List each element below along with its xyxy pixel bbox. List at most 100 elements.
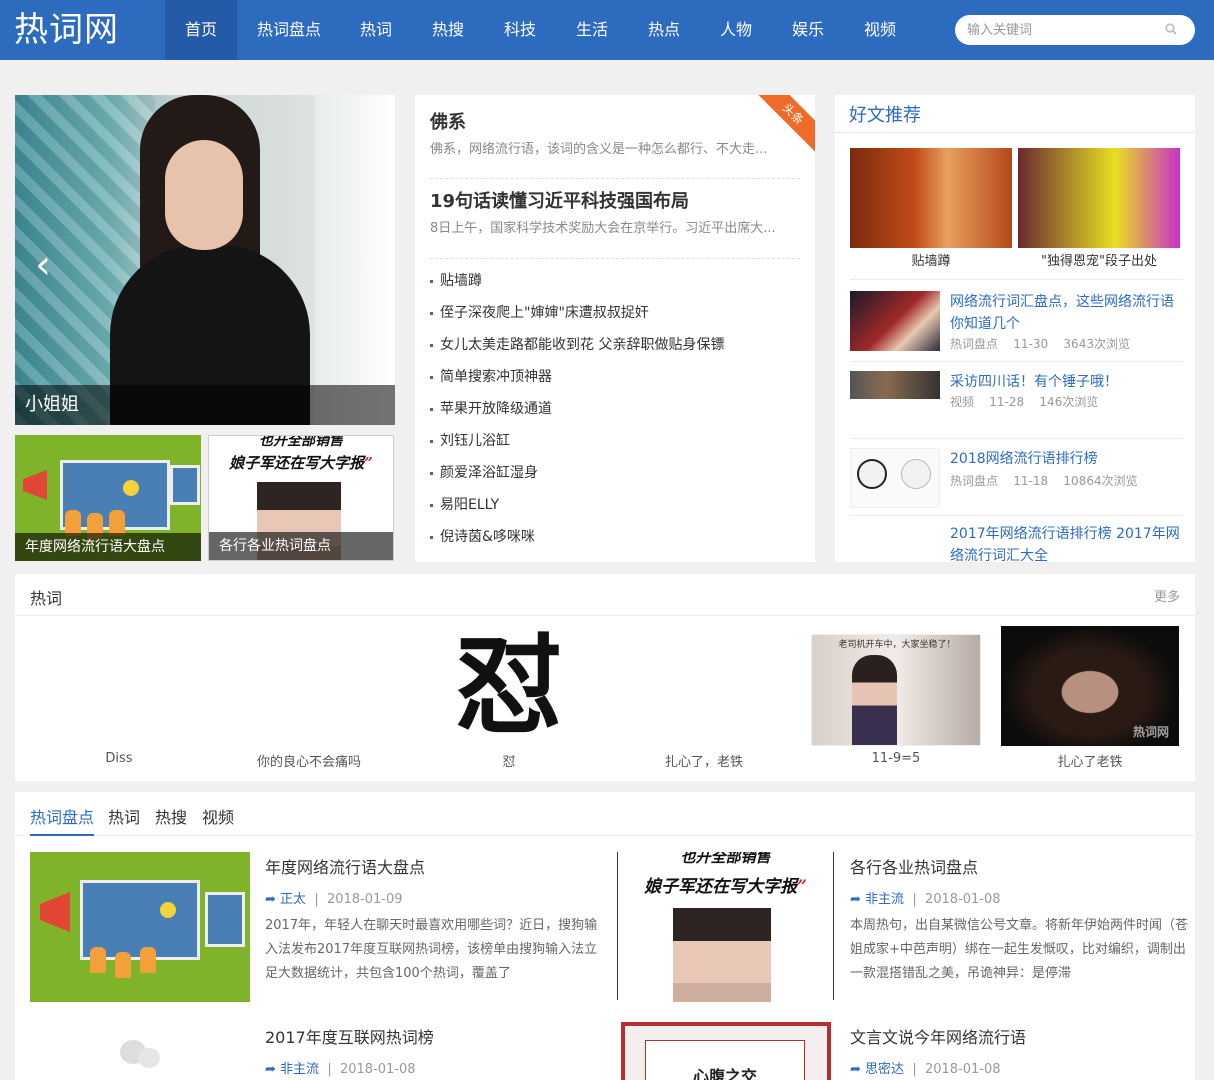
- tab-bar: 热词盘点 热词 热搜 视频: [15, 792, 1195, 836]
- hotword-caption[interactable]: 11-9=5: [807, 751, 985, 766]
- news-list-item[interactable]: 倪诗茵&哆咪咪: [430, 521, 800, 553]
- article-date: 2018-01-08: [339, 1062, 416, 1077]
- news-list-item[interactable]: 刘钰儿浴缸: [430, 425, 800, 457]
- recommend-item[interactable]: 采访四川话！有个锤子哦！ 视频 11-28 146次浏览: [850, 371, 1183, 409]
- section-title: 热词: [30, 589, 63, 608]
- nav-item-video[interactable]: 视频: [850, 0, 910, 60]
- article-card[interactable]: 心腹之交 文言文说今年网络流行语 ➦ 思密达 | 2018-01-08: [618, 1022, 1193, 1080]
- recommend-image-caption[interactable]: 贴墙蹲: [850, 250, 1012, 269]
- hotword-caption[interactable]: 扎心了老铁: [1001, 751, 1179, 770]
- news-list-item[interactable]: 侄子深夜爬上"婶婶"床遭叔叔捉奸: [430, 297, 800, 329]
- headline-item[interactable]: 19句话读懂习近平科技强国布局 8日上午，国家科学技术奖励大会在京举行。习近平出…: [430, 190, 800, 240]
- article-meta: ➦ 思密达 | 2018-01-08: [850, 1062, 1001, 1077]
- hotword-caption[interactable]: 你的良心不会痛吗: [220, 751, 398, 770]
- hotword-caption[interactable]: Diss: [30, 751, 208, 766]
- watermark: 热词网: [1132, 725, 1169, 739]
- hotword-caption[interactable]: 扎心了，老铁: [615, 751, 793, 770]
- article-meta: ➦ 非主流 | 2018-01-08: [265, 1062, 416, 1077]
- article-thumbnail: 心腹之交: [621, 1022, 831, 1080]
- news-list-item[interactable]: 苹果开放降级通道: [430, 393, 800, 425]
- thumb-card[interactable]: 年度网络流行语大盘点: [15, 435, 201, 561]
- tab-hotwords[interactable]: 热词: [108, 804, 140, 836]
- article-source[interactable]: 非主流: [280, 1062, 319, 1077]
- nav-item-people[interactable]: 人物: [706, 0, 766, 60]
- article-desc: 本周热句，出自某微信公号文章。将新年伊始两件时闻（苍姐成家+中芭声明）绑在一起生…: [850, 918, 1189, 981]
- article-source[interactable]: 非主流: [865, 892, 904, 907]
- recommend-item[interactable]: 2018网络流行语排行榜 热词盘点 11-18 10864次浏览: [850, 448, 1183, 508]
- nav-item-hotword-review[interactable]: 热词盘点: [247, 0, 331, 60]
- headline-title: 19句话读懂习近平科技强国布局: [430, 191, 690, 212]
- hotword-card[interactable]: [30, 626, 208, 746]
- tab-hot-search[interactable]: 热搜: [155, 804, 187, 836]
- chevron-right-icon[interactable]: ›: [359, 245, 375, 285]
- article-date: 2018-01-08: [924, 892, 1001, 907]
- hotword-card[interactable]: 怼: [420, 626, 598, 746]
- news-list-item[interactable]: 易阳ELLY: [430, 489, 800, 521]
- recommend-item[interactable]: 网络流行词汇盘点，这些网络流行语你知道几个 热词盘点 11-30 3643次浏览: [850, 291, 1183, 351]
- recommend-item-title[interactable]: 2017年网络流行语排行榜 2017年网络流行词汇大全: [950, 523, 1183, 562]
- news-list-item[interactable]: 贴墙蹲: [430, 265, 800, 297]
- recommend-item-meta: 热词盘点 11-30 3643次浏览: [950, 337, 1130, 351]
- nav-item-hotspot[interactable]: 热点: [634, 0, 694, 60]
- nav-item-life[interactable]: 生活: [562, 0, 622, 60]
- article-title[interactable]: 2017年度互联网热词榜: [265, 1024, 434, 1048]
- article-meta: ➦ 正太 | 2018-01-09: [265, 892, 403, 907]
- news-list-item[interactable]: 女儿太美走路都能收到花 父亲辞职做贴身保镖: [430, 329, 800, 361]
- more-link[interactable]: 更多: [1154, 586, 1180, 605]
- site-logo[interactable]: 热词网: [14, 8, 119, 52]
- nav-item-hotwords[interactable]: 热词: [346, 0, 406, 60]
- recommend-item-title[interactable]: 2018网络流行语排行榜: [950, 448, 1183, 470]
- recommend-image[interactable]: [850, 148, 1012, 248]
- article-date: 2018-01-09: [326, 892, 403, 907]
- article-title[interactable]: 各行各业热词盘点: [850, 854, 978, 878]
- thumb-card[interactable]: 也开全部销售 娘子军还在写大字报” 各行各业热词盘点: [208, 435, 394, 561]
- hotword-card[interactable]: 热词网: [1001, 626, 1179, 746]
- share-icon: ➦: [850, 1062, 861, 1077]
- hotword-card[interactable]: 老司机开车中，大家坐稳了！: [811, 634, 981, 746]
- article-thumbnail: [30, 852, 250, 1002]
- search-input[interactable]: [967, 20, 1157, 40]
- article-card[interactable]: 年度网络流行语大盘点 ➦ 正太 | 2018-01-09 2017年，年轻人在聊…: [30, 852, 605, 1002]
- calligraphy-image: 怼: [454, 626, 563, 746]
- nav-item-hot-search[interactable]: 热搜: [418, 0, 478, 60]
- article-title[interactable]: 文言文说今年网络流行语: [850, 1024, 1026, 1048]
- recommend-item-meta: 热词盘点 11-18 10864次浏览: [950, 474, 1138, 488]
- article-thumbnail: 也开全部销售 娘子军还在写大字报”: [618, 852, 833, 1002]
- article-card[interactable]: 2017年度互联网热词榜 ➦ 非主流 | 2018-01-08: [30, 1022, 605, 1080]
- recommend-image-caption[interactable]: "独得恩宠"段子出处: [1018, 250, 1180, 269]
- headline-item[interactable]: 佛系 佛系，网络流行语，该词的含义是一种怎么都行、不大走...: [430, 111, 800, 161]
- news-list: 贴墙蹲 侄子深夜爬上"婶婶"床遭叔叔捉奸 女儿太美走路都能收到花 父亲辞职做贴身…: [430, 265, 800, 553]
- nav-item-tech[interactable]: 科技: [490, 0, 550, 60]
- hotword-card[interactable]: [615, 626, 793, 746]
- share-icon: ➦: [850, 892, 861, 907]
- hotword-caption[interactable]: 怼: [420, 751, 598, 770]
- nav-item-entertainment[interactable]: 娱乐: [778, 0, 838, 60]
- recommend-item-meta: 视频 11-28 146次浏览: [950, 395, 1099, 409]
- article-card[interactable]: 也开全部销售 娘子军还在写大字报” 各行各业热词盘点 ➦ 非主流 | 2018-…: [618, 852, 1193, 1002]
- article-date: 2018-01-08: [924, 1062, 1001, 1077]
- article-title[interactable]: 年度网络流行语大盘点: [265, 854, 425, 878]
- hotword-card[interactable]: [220, 626, 398, 746]
- tab-hotword-review[interactable]: 热词盘点: [30, 804, 95, 836]
- headline-title: 佛系: [430, 112, 466, 133]
- articles-section: 热词盘点 热词 热搜 视频 年度网络流行语大盘点 ➦ 正太 | 2018-01-…: [15, 792, 1195, 1080]
- top-nav: 热词网 首页 热词盘点 热词 热搜 科技 生活 热点 人物 娱乐 视频: [0, 0, 1214, 60]
- recommend-image[interactable]: [1018, 148, 1180, 248]
- search-icon[interactable]: [1165, 23, 1177, 35]
- share-icon: ➦: [265, 1062, 276, 1077]
- chevron-left-icon[interactable]: ‹: [35, 245, 51, 285]
- article-source[interactable]: 思密达: [865, 1062, 904, 1077]
- recommend-item-title[interactable]: 网络流行词汇盘点，这些网络流行语你知道几个: [950, 291, 1183, 335]
- banner-slider[interactable]: ‹ › 小姐姐: [15, 95, 395, 425]
- search-box: [955, 15, 1195, 45]
- thumb-caption: 年度网络流行语大盘点: [15, 533, 201, 561]
- recommend-title: 好文推荐: [849, 105, 921, 126]
- tab-video[interactable]: 视频: [202, 804, 234, 836]
- banner-caption[interactable]: 小姐姐: [15, 385, 395, 425]
- news-list-item[interactable]: 简单搜索冲顶神器: [430, 361, 800, 393]
- nav-item-home[interactable]: 首页: [165, 0, 237, 60]
- recommend-item[interactable]: 2017年网络流行语排行榜 2017年网络流行词汇大全: [850, 523, 1183, 562]
- recommend-item-title[interactable]: 采访四川话！有个锤子哦！: [950, 371, 1183, 393]
- article-source[interactable]: 正太: [280, 892, 306, 907]
- news-list-item[interactable]: 颜爱泽浴缸湿身: [430, 457, 800, 489]
